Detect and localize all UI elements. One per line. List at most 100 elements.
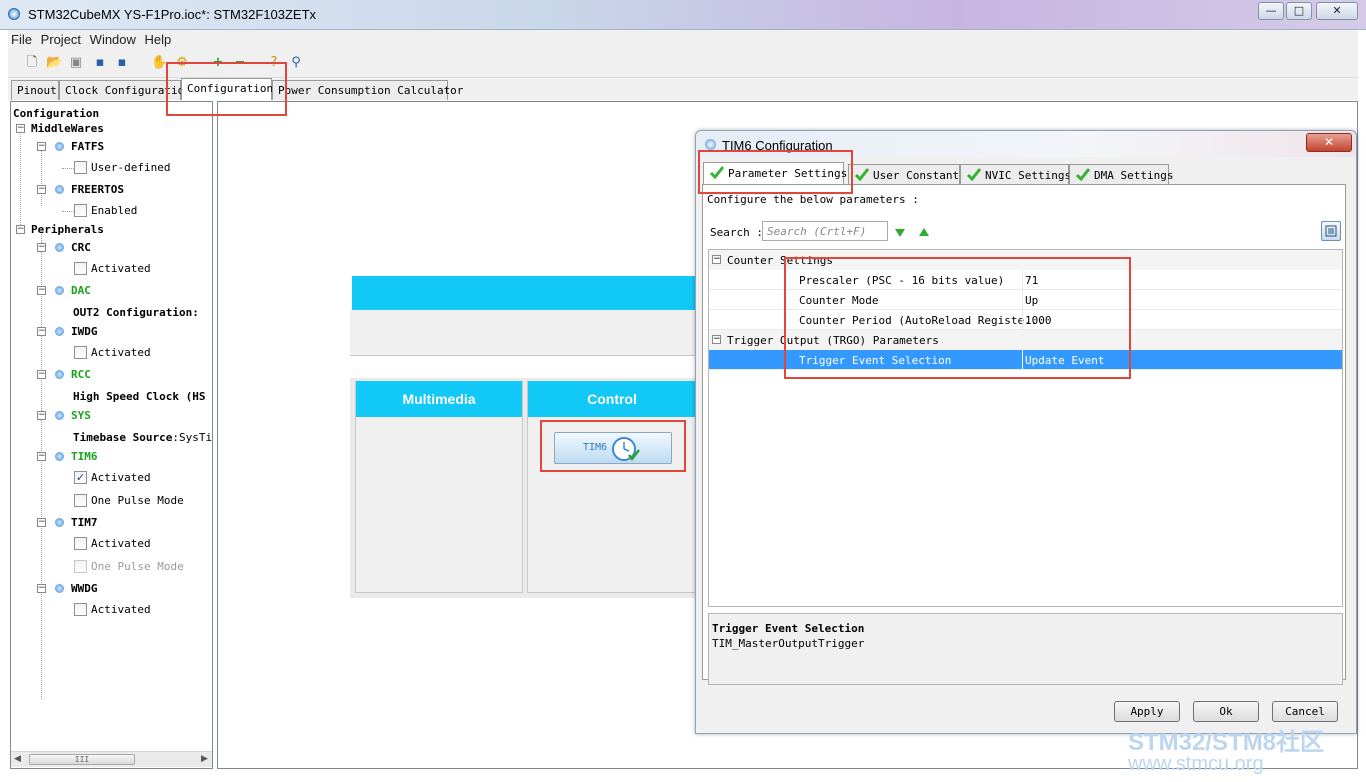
tab-pinout[interactable]: Pinout bbox=[11, 80, 59, 100]
dialog-close-button[interactable]: ✕ bbox=[1306, 133, 1352, 152]
apply-button[interactable]: Apply bbox=[1114, 701, 1180, 722]
cancel-button[interactable]: Cancel bbox=[1272, 701, 1338, 722]
ok-button[interactable]: Ok bbox=[1193, 701, 1259, 722]
fatfs-node-icon bbox=[55, 142, 64, 151]
new-project-icon[interactable]: 🗋 bbox=[24, 55, 40, 71]
dac-toggle[interactable]: − bbox=[37, 286, 46, 295]
freertos-node-icon bbox=[55, 185, 64, 194]
tim6-activated-label: Activated bbox=[91, 471, 151, 484]
tab-user-constants[interactable]: User Constants bbox=[848, 164, 966, 185]
peripherals-toggle[interactable]: − bbox=[16, 225, 25, 234]
highlight-configuration-tab bbox=[166, 62, 287, 116]
tim6-one-pulse-checkbox[interactable] bbox=[74, 494, 87, 507]
wwdg-node-icon bbox=[55, 584, 64, 593]
tab-dma-settings[interactable]: DMA Settings bbox=[1069, 164, 1173, 185]
group-toggle[interactable]: − bbox=[712, 255, 721, 264]
dac-node-icon bbox=[55, 286, 64, 295]
show-description-button[interactable] bbox=[1321, 221, 1341, 241]
scroll-thumb[interactable]: III bbox=[29, 754, 135, 765]
iwdg-node-icon bbox=[55, 327, 64, 336]
tim6-activated-checkbox[interactable]: ✓ bbox=[74, 471, 87, 484]
search-label: Search : bbox=[710, 226, 763, 239]
save-as-icon[interactable]: ▪ bbox=[114, 55, 130, 71]
tree-middlewares[interactable]: MiddleWares bbox=[31, 122, 104, 135]
tab-dma-settings-label: DMA Settings bbox=[1094, 169, 1174, 182]
fatfs-toggle[interactable]: − bbox=[37, 142, 46, 151]
description-text: TIM_MasterOutputTrigger bbox=[712, 637, 865, 650]
tree-tim6[interactable]: TIM6 bbox=[71, 450, 98, 463]
tim7-one-pulse-checkbox bbox=[74, 560, 87, 573]
search-input[interactable]: Search (Crtl+F) bbox=[762, 221, 888, 241]
check-icon bbox=[854, 168, 870, 182]
menu-bar: File Project Window Help bbox=[8, 30, 1358, 50]
sys-toggle[interactable]: − bbox=[37, 411, 46, 420]
title-bar: STM32CubeMX YS-F1Pro.ioc*: STM32F103ZETx… bbox=[0, 0, 1366, 30]
tree-wwdg[interactable]: WWDG bbox=[71, 582, 98, 595]
menu-project[interactable]: Project bbox=[38, 30, 83, 47]
iwdg-toggle[interactable]: − bbox=[37, 327, 46, 336]
tab-user-constants-label: User Constants bbox=[873, 169, 966, 182]
check-icon bbox=[966, 168, 982, 182]
scroll-left-icon[interactable]: ◀ bbox=[14, 754, 26, 764]
minimize-button[interactable]: — bbox=[1258, 2, 1284, 20]
group-toggle[interactable]: − bbox=[712, 335, 721, 344]
maximize-button[interactable]: □ bbox=[1286, 2, 1312, 20]
tree-tim7[interactable]: TIM7 bbox=[71, 516, 98, 529]
freertos-enabled-checkbox[interactable] bbox=[74, 204, 87, 217]
dac-out2-config-label: OUT2 Configuration: bbox=[73, 306, 199, 319]
wwdg-toggle[interactable]: − bbox=[37, 584, 46, 593]
copy-icon[interactable]: ▣ bbox=[68, 55, 84, 71]
scroll-right-icon[interactable]: ▶ bbox=[201, 754, 213, 764]
generate-report-icon[interactable]: ✋ bbox=[151, 55, 167, 71]
tim7-activated-label: Activated bbox=[91, 537, 151, 550]
highlight-parameter-settings-tab bbox=[698, 150, 853, 194]
rcc-toggle[interactable]: − bbox=[37, 370, 46, 379]
crc-activated-checkbox[interactable] bbox=[74, 262, 87, 275]
rcc-node-icon bbox=[55, 370, 64, 379]
tim7-node-icon bbox=[55, 518, 64, 527]
freertos-toggle[interactable]: − bbox=[37, 185, 46, 194]
category-panel-top bbox=[350, 310, 696, 356]
tree-rcc[interactable]: RCC bbox=[71, 368, 91, 381]
tab-clock-configuration[interactable]: Clock Configuration bbox=[59, 80, 191, 100]
fatfs-user-defined-checkbox[interactable] bbox=[74, 161, 87, 174]
search-icon[interactable]: ⚲ bbox=[288, 55, 304, 71]
middlewares-toggle[interactable]: − bbox=[16, 124, 25, 133]
tim7-toggle[interactable]: − bbox=[37, 518, 46, 527]
dialog-app-icon bbox=[705, 139, 716, 150]
open-folder-icon[interactable]: 📂 bbox=[46, 55, 62, 71]
close-window-button[interactable]: ✕ bbox=[1316, 2, 1358, 20]
list-icon bbox=[1325, 225, 1337, 237]
tab-power-consumption[interactable]: Power Consumption Calculator bbox=[272, 80, 463, 100]
tab-nvic-settings[interactable]: NVIC Settings bbox=[960, 164, 1071, 185]
watermark: STM32/STM8社区 www.stmcu.org bbox=[1128, 722, 1324, 776]
save-icon[interactable]: ▪ bbox=[92, 55, 108, 71]
app-icon bbox=[8, 8, 20, 20]
wwdg-activated-checkbox[interactable] bbox=[74, 603, 87, 616]
rcc-hse-label: High Speed Clock (HS bbox=[73, 390, 206, 403]
tree-fatfs[interactable]: FATFS bbox=[71, 140, 104, 153]
tree-dac[interactable]: DAC bbox=[71, 284, 91, 297]
check-icon bbox=[1075, 168, 1091, 182]
description-title: Trigger Event Selection bbox=[712, 622, 865, 635]
tree-iwdg[interactable]: IWDG bbox=[71, 325, 98, 338]
tree-freertos[interactable]: FREERTOS bbox=[71, 183, 124, 196]
watermark-line1: STM32/STM8社区 bbox=[1128, 729, 1325, 756]
tim7-activated-checkbox[interactable] bbox=[74, 537, 87, 550]
tree-sys[interactable]: SYS bbox=[71, 409, 91, 422]
configuration-tree: Configuration − MiddleWares − FATFS User… bbox=[10, 101, 213, 769]
sys-timebase-source: Timebase Source:SysTi bbox=[73, 431, 212, 444]
tim6-toggle[interactable]: − bbox=[37, 452, 46, 461]
tree-crc[interactable]: CRC bbox=[71, 241, 91, 254]
menu-help[interactable]: Help bbox=[142, 30, 174, 47]
iwdg-activated-checkbox[interactable] bbox=[74, 346, 87, 359]
arrow-down-icon[interactable] bbox=[893, 225, 907, 239]
menu-file[interactable]: File bbox=[8, 30, 34, 47]
tree-horizontal-scrollbar[interactable]: ◀ III ▶ bbox=[11, 751, 212, 767]
tim7-one-pulse-label: One Pulse Mode bbox=[91, 560, 184, 573]
category-header-bar bbox=[352, 276, 696, 310]
window-title: STM32CubeMX YS-F1Pro.ioc*: STM32F103ZETx bbox=[28, 7, 317, 22]
arrow-up-icon[interactable] bbox=[917, 225, 931, 239]
crc-toggle[interactable]: − bbox=[37, 243, 46, 252]
menu-window[interactable]: Window bbox=[87, 30, 138, 47]
